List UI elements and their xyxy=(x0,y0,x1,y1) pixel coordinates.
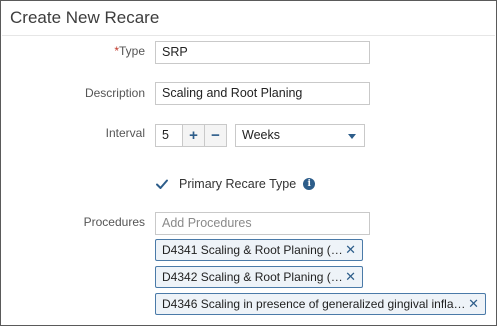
interval-unit-value: Weeks xyxy=(242,128,280,142)
chevron-down-icon xyxy=(348,134,356,139)
close-icon[interactable]: ✕ xyxy=(345,267,356,287)
procedures-label: Procedures xyxy=(83,215,145,229)
type-label: *Type xyxy=(114,44,145,58)
interval-value[interactable]: 5 xyxy=(156,125,182,146)
procedure-chip: D4342 Scaling & Root Planing (1-3) ✕ xyxy=(155,266,363,288)
procedure-chip: D4341 Scaling & Root Planing (4-8) ✕ xyxy=(155,239,363,261)
description-field[interactable]: Scaling and Root Planing xyxy=(155,82,370,105)
primary-recare-row: Primary Recare Type i xyxy=(155,177,316,191)
primary-recare-checkbox[interactable] xyxy=(155,177,169,191)
description-label: Description xyxy=(84,86,145,100)
interval-unit-select[interactable]: Weeks xyxy=(235,124,365,147)
decrement-button[interactable]: − xyxy=(204,125,226,146)
interval-stepper: 5 + − xyxy=(155,124,227,147)
close-icon[interactable]: ✕ xyxy=(345,240,356,260)
info-icon[interactable]: i xyxy=(303,178,316,190)
title-divider xyxy=(2,35,495,36)
dialog-title: Create New Recare xyxy=(10,8,160,27)
interval-label: Interval xyxy=(105,126,145,140)
primary-recare-label: Primary Recare Type xyxy=(179,177,297,191)
procedure-chip: D4346 Scaling in presence of generalized… xyxy=(155,293,486,315)
add-procedures-input[interactable]: Add Procedures xyxy=(155,212,370,235)
close-icon[interactable]: ✕ xyxy=(468,294,479,314)
type-field[interactable]: SRP xyxy=(155,41,370,64)
create-recare-dialog: Create New Recare *Type SRP Description … xyxy=(0,0,497,326)
increment-button[interactable]: + xyxy=(182,125,204,146)
